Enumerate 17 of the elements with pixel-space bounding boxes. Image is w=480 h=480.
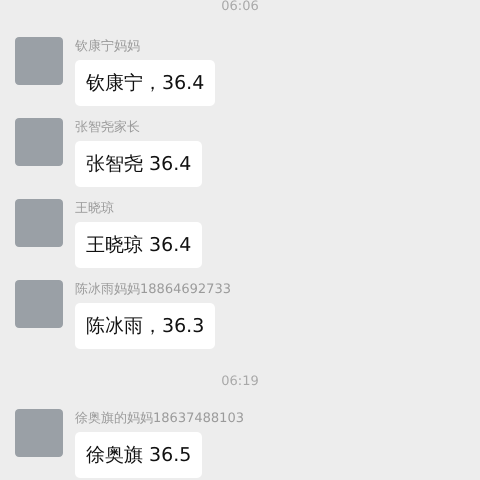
- avatar-placeholder[interactable]: [15, 199, 63, 247]
- avatar-placeholder[interactable]: [15, 37, 63, 85]
- timestamp: 06:19: [221, 375, 259, 389]
- sender-name: 钦康宁妈妈: [75, 39, 140, 55]
- sender-name: 王晓琼: [75, 201, 114, 217]
- sender-name: 徐奥旗的妈妈18637488103: [75, 411, 244, 427]
- message-bubble: 陈冰雨，36.3: [75, 303, 216, 349]
- sender-name: 张智尧家长: [75, 120, 140, 136]
- sender-name: 陈冰雨妈妈18864692733: [75, 282, 231, 298]
- timestamp: 06:06: [221, 0, 259, 14]
- avatar-placeholder[interactable]: [15, 409, 63, 457]
- message-bubble: 徐奥旗 36.5: [75, 432, 202, 478]
- message-bubble: 王晓琼 36.4: [75, 222, 202, 268]
- avatar-placeholder[interactable]: [15, 118, 63, 166]
- message-bubble: 张智尧 36.4: [75, 141, 202, 187]
- message-bubble: 钦康宁，36.4: [75, 60, 216, 106]
- avatar-placeholder[interactable]: [15, 280, 63, 328]
